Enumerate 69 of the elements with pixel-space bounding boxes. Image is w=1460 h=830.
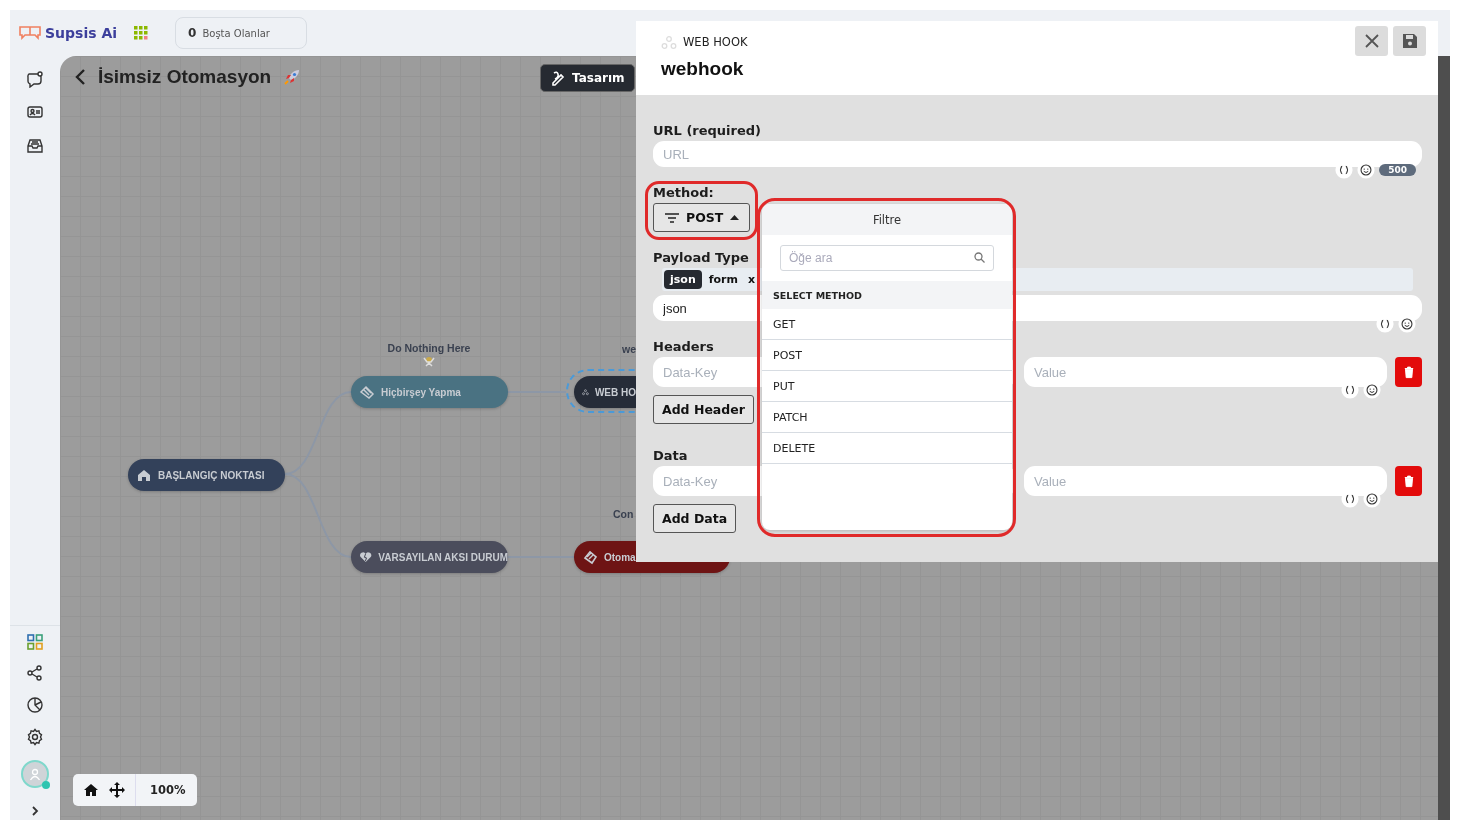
flow-node[interactable]: VARSAYILAN AKSI DURUM [351,541,508,573]
menu-title: Filtre [762,204,1012,235]
heart-icon [359,549,373,565]
panel-title: webhook [661,58,745,80]
node-label: BAŞLANGIÇ NOKTASI [158,469,265,481]
menu-section-header: SELECT METHOD [762,281,1012,309]
brand-name: Supsis Ai [45,25,118,41]
method-option[interactable]: PUT [762,371,1012,402]
node-label: Otoma [604,551,636,563]
automation-title: İsimsiz Otomasyon [98,66,272,88]
payload-type-tab[interactable]: x [744,270,759,289]
chat-bubble-icon[interactable] [26,70,44,88]
payload-type-tab[interactable]: form [705,270,741,289]
rocket-icon [283,68,302,86]
section-label: Headers [653,339,714,354]
url-field[interactable]: URL [653,141,1422,167]
method-option[interactable]: GET [762,309,1012,340]
value-field[interactable]: Value [1024,466,1387,496]
pie-chart-icon[interactable] [26,696,44,714]
method-option[interactable]: POST [762,340,1012,371]
method-option[interactable]: PATCH [762,402,1012,433]
node-caption: Con [613,508,634,520]
value-field[interactable]: Value [1024,357,1387,387]
move-arrows-icon[interactable] [109,782,125,798]
node-label: Hiçbirşey Yapma [381,386,461,398]
scrollbar[interactable] [1438,56,1450,820]
dashboard-grid-icon[interactable] [27,634,43,650]
delete-button[interactable] [1395,466,1422,496]
field-label: Method: [653,185,714,200]
save-button[interactable] [1393,26,1426,56]
node-label: VARSAYILAN AKSI DURUM [378,551,508,563]
character-counter: 500 [1379,164,1416,176]
field-label: URL (required) [653,123,762,138]
delete-button[interactable] [1395,357,1422,387]
home-icon [136,467,152,483]
emoji-icon[interactable] [1363,381,1381,399]
close-icon [1364,34,1379,48]
logo-icon [18,24,42,42]
flow-node[interactable]: BAŞLANGIÇ NOKTASI [128,459,285,491]
design-button[interactable]: Tasarım [540,64,635,92]
share-nodes-icon[interactable] [26,664,44,682]
node-label: WEB HO [594,386,636,398]
pen-icon [550,70,566,86]
node-caption: Do Nothing Here [386,342,472,354]
node-caption: we [622,343,636,355]
method-dropdown[interactable]: POST [653,203,750,232]
search-icon [974,252,985,263]
zoom-level: 100% [149,783,187,797]
webhook-icon [661,34,677,50]
inbox-tray-icon[interactable] [26,136,44,154]
settings-icon[interactable] [26,728,44,746]
add-button[interactable]: Add Header [653,395,754,424]
contact-card-icon[interactable] [26,103,44,121]
idle-agents-counter[interactable]: 0 Boşta Olanlar [175,17,308,49]
section-label: Data [653,448,688,463]
save-icon [1401,33,1418,49]
filter-icon [665,212,679,223]
home-icon[interactable] [83,782,99,798]
method-option[interactable]: DELETE [762,433,1012,464]
flow-node[interactable]: WEB HO [574,376,636,408]
payload-type-tab[interactable]: json [664,270,702,289]
search-field[interactable]: Öğe ara [780,245,994,271]
emoji-icon[interactable] [1398,315,1416,333]
node-type-label: WEB HOOK [683,35,748,49]
add-button[interactable]: Add Data [653,504,737,533]
emoji-icon[interactable] [1357,161,1376,179]
emoji-icon[interactable] [1363,490,1381,508]
close-button[interactable] [1355,26,1388,56]
field-label: Payload Type [653,250,749,265]
